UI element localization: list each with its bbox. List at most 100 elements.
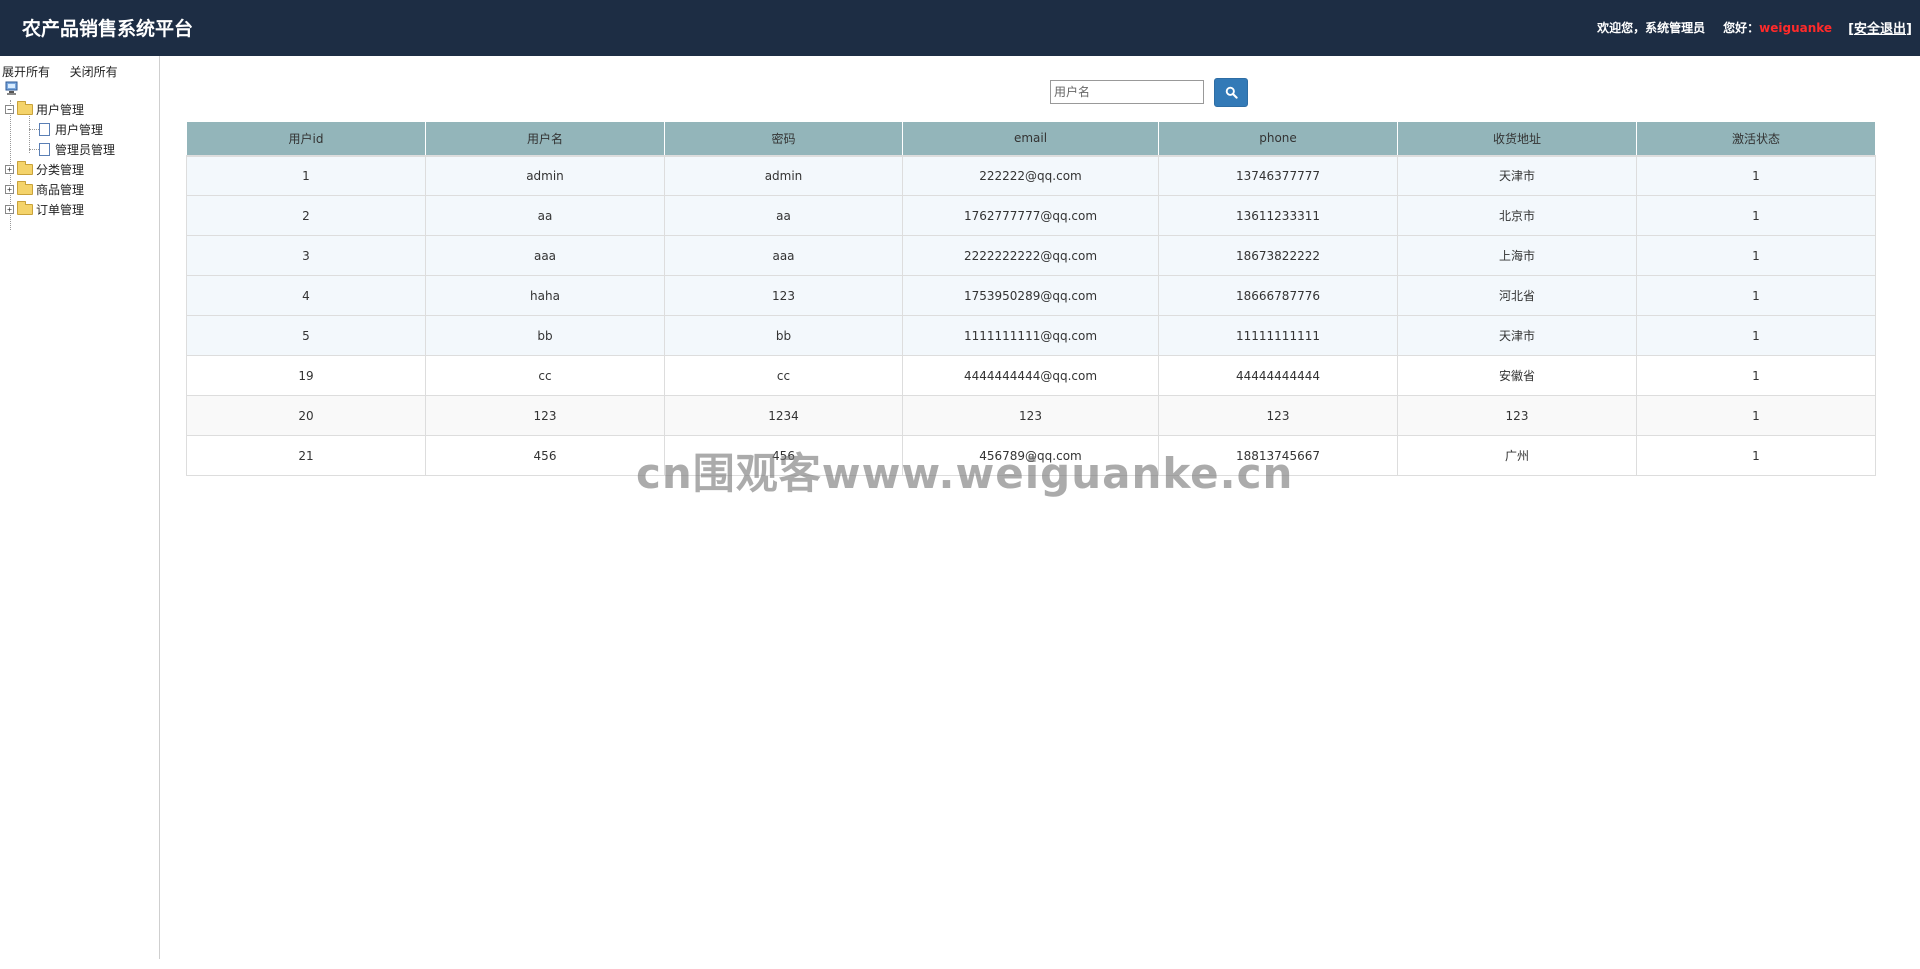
cell-user-id: 19 <box>186 355 426 396</box>
cell-phone: 13611233311 <box>1158 195 1398 236</box>
cell-user-id: 4 <box>186 275 426 316</box>
cell-phone: 44444444444 <box>1158 355 1398 396</box>
logout-link[interactable]: 安全退出 <box>1854 22 1906 37</box>
tree-node-category-management[interactable]: + 分类管理 <box>5 160 84 178</box>
cell-username: 123 <box>425 395 665 436</box>
collapse-toggle-icon[interactable]: − <box>5 104 14 114</box>
cell-username: aa <box>425 195 665 236</box>
cell-address: 天津市 <box>1397 155 1637 196</box>
tree-leaf-label[interactable]: 管理员管理 <box>55 141 115 158</box>
cell-email: 4444444444@qq.com <box>902 355 1159 396</box>
logout-wrapper: [安全退出] <box>1848 18 1912 37</box>
cell-active-status: 1 <box>1636 155 1876 196</box>
tree-leaf-label[interactable]: 用户管理 <box>55 121 103 138</box>
folder-icon <box>17 200 33 215</box>
cell-email: 222222@qq.com <box>902 155 1159 196</box>
table-row: 2 aa aa 1762777777@qq.com 13611233311 北京… <box>186 195 1876 236</box>
cell-username: cc <box>425 355 665 396</box>
cell-active-status: 1 <box>1636 395 1876 436</box>
expand-toggle-icon[interactable]: + <box>5 164 14 174</box>
search-button[interactable] <box>1214 78 1248 107</box>
search-icon <box>1225 86 1238 99</box>
tree-node-label[interactable]: 商品管理 <box>36 181 84 198</box>
cell-address: 天津市 <box>1397 315 1637 356</box>
cell-address: 上海市 <box>1397 235 1637 276</box>
cell-active-status: 1 <box>1636 235 1876 276</box>
column-header-address: 收货地址 <box>1397 121 1637 157</box>
tree-leaf-user-management[interactable]: 用户管理 <box>39 120 103 138</box>
greeting-text: 您好： <box>1723 21 1760 35</box>
tree-node-label[interactable]: 分类管理 <box>36 161 84 178</box>
tree-node-label[interactable]: 用户管理 <box>36 101 84 118</box>
collapse-all-link[interactable]: 关闭所有 <box>70 65 118 79</box>
folder-icon <box>17 180 33 195</box>
cell-email: 123 <box>902 395 1159 436</box>
cell-password: aaa <box>664 235 903 276</box>
table-row: 3 aaa aaa 2222222222@qq.com 18673822222 … <box>186 235 1876 276</box>
column-header-email: email <box>902 121 1159 157</box>
cell-password: 456 <box>664 435 903 476</box>
cell-user-id: 20 <box>186 395 426 436</box>
cell-phone: 11111111111 <box>1158 315 1398 356</box>
cell-active-status: 1 <box>1636 355 1876 396</box>
cell-email: 1111111111@qq.com <box>902 315 1159 356</box>
cell-user-id: 2 <box>186 195 426 236</box>
cell-password: 1234 <box>664 395 903 436</box>
expand-toggle-icon[interactable]: + <box>5 184 14 194</box>
username-search-input[interactable] <box>1050 80 1204 104</box>
column-header-username: 用户名 <box>425 121 665 157</box>
tree-node-user-management[interactable]: − 用户管理 <box>5 100 84 118</box>
cell-username: haha <box>425 275 665 316</box>
column-header-active-status: 激活状态 <box>1636 121 1876 157</box>
page-icon <box>39 122 50 136</box>
cell-email: 2222222222@qq.com <box>902 235 1159 276</box>
tree-node-product-management[interactable]: + 商品管理 <box>5 180 84 198</box>
cell-password: cc <box>664 355 903 396</box>
tree-node-order-management[interactable]: + 订单管理 <box>5 200 84 218</box>
top-header: 农产品销售系统平台 欢迎您，系统管理员 您好： weiguanke [安全退出] <box>0 0 1920 56</box>
cell-email: 456789@qq.com <box>902 435 1159 476</box>
cell-phone: 18813745667 <box>1158 435 1398 476</box>
cell-active-status: 1 <box>1636 195 1876 236</box>
cell-active-status: 1 <box>1636 435 1876 476</box>
column-header-user-id: 用户id <box>186 121 426 157</box>
cell-address: 北京市 <box>1397 195 1637 236</box>
cell-user-id: 3 <box>186 235 426 276</box>
cell-username: 456 <box>425 435 665 476</box>
cell-phone: 13746377777 <box>1158 155 1398 196</box>
expand-all-link[interactable]: 展开所有 <box>2 65 50 79</box>
cell-password: 123 <box>664 275 903 316</box>
tree-controls: 展开所有 关闭所有 <box>2 63 118 80</box>
cell-username: admin <box>425 155 665 196</box>
expand-toggle-icon[interactable]: + <box>5 204 14 214</box>
cell-user-id: 5 <box>186 315 426 356</box>
cell-email: 1753950289@qq.com <box>902 275 1159 316</box>
sidebar: 展开所有 关闭所有 − 用户管理 用户管理 管理员管理 + 分类管理 + 商品管… <box>0 56 160 959</box>
cell-active-status: 1 <box>1636 315 1876 356</box>
app-title: 农产品销售系统平台 <box>22 18 194 40</box>
cell-address: 河北省 <box>1397 275 1637 316</box>
table-row: 1 admin admin 222222@qq.com 13746377777 … <box>186 155 1876 196</box>
cell-user-id: 21 <box>186 435 426 476</box>
computer-icon <box>5 81 18 95</box>
cell-address: 广州 <box>1397 435 1637 476</box>
username: weiguanke <box>1759 20 1833 35</box>
tree-leaf-admin-management[interactable]: 管理员管理 <box>39 140 115 158</box>
folder-open-icon <box>17 100 33 115</box>
logout-bracket-close: ] <box>1906 22 1912 37</box>
cell-phone: 18666787776 <box>1158 275 1398 316</box>
cell-active-status: 1 <box>1636 275 1876 316</box>
cell-phone: 123 <box>1158 395 1398 436</box>
column-header-password: 密码 <box>664 121 903 157</box>
table-row: 21 456 456 456789@qq.com 18813745667 广州 … <box>186 435 1876 476</box>
cell-address: 安徽省 <box>1397 355 1637 396</box>
cell-username: aaa <box>425 235 665 276</box>
welcome-text: 欢迎您，系统管理员 <box>1597 21 1706 35</box>
column-header-phone: phone <box>1158 121 1398 157</box>
cell-password: admin <box>664 155 903 196</box>
tree-node-label[interactable]: 订单管理 <box>36 201 84 218</box>
cell-email: 1762777777@qq.com <box>902 195 1159 236</box>
user-table: 用户id 用户名 密码 email phone 收货地址 激活状态 1 admi… <box>186 121 1876 476</box>
cell-username: bb <box>425 315 665 356</box>
cell-user-id: 1 <box>186 155 426 196</box>
